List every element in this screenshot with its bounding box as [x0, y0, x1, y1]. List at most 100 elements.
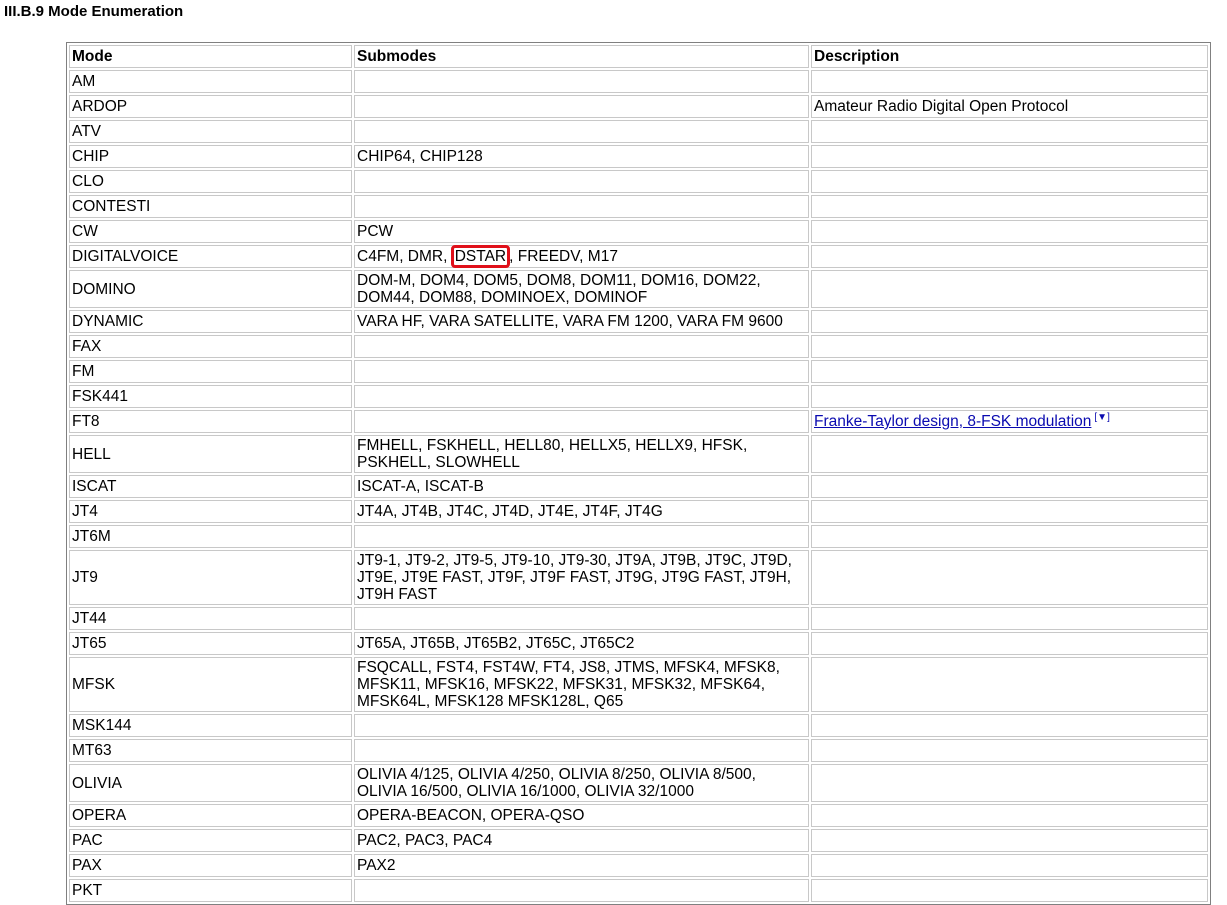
table-row: FM: [69, 360, 1208, 383]
description-cell: [811, 170, 1208, 193]
description-cell: [811, 714, 1208, 737]
submodes-cell: [354, 335, 809, 358]
submodes-cell: VARA HF, VARA SATELLITE, VARA FM 1200, V…: [354, 310, 809, 333]
mode-enumeration-table-container: Mode Submodes Description AM ARDOP Amateur…: [66, 42, 1211, 905]
description-cell: [811, 525, 1208, 548]
table-row: HELL FMHELL, FSKHELL, HELL80, HELLX5, HEL…: [69, 435, 1208, 473]
description-cell: [811, 70, 1208, 93]
submodes-cell: DOM-M, DOM4, DOM5, DOM8, DOM11, DOM16, D…: [354, 270, 809, 308]
submodes-cell: [354, 70, 809, 93]
mode-cell: FSK441: [69, 385, 352, 408]
table-row: JT9 JT9-1, JT9-2, JT9-5, JT9-10, JT9-30, …: [69, 550, 1208, 605]
description-cell: [811, 879, 1208, 902]
description-cell: [811, 310, 1208, 333]
table-row: MFSK FSQCALL, FST4, FST4W, FT4, JS8, JTMS…: [69, 657, 1208, 712]
table-row: FT8 Franke-Taylor design, 8-FSK modulatio…: [69, 410, 1208, 433]
mode-cell: FT8: [69, 410, 352, 433]
submodes-cell: [354, 739, 809, 762]
table-row: JT6M: [69, 525, 1208, 548]
submodes-text: C4FM, DMR,: [357, 248, 452, 265]
table-row: JT65 JT65A, JT65B, JT65B2, JT65C, JT65C2: [69, 632, 1208, 655]
mode-cell: AM: [69, 70, 352, 93]
description-cell: [811, 270, 1208, 308]
submodes-cell: [354, 525, 809, 548]
mode-enumeration-table: Mode Submodes Description AM ARDOP Amateur…: [67, 43, 1210, 904]
table-row: JT44: [69, 607, 1208, 630]
mode-cell: ISCAT: [69, 475, 352, 498]
mode-cell: OLIVIA: [69, 764, 352, 802]
submodes-cell: PAC2, PAC3, PAC4: [354, 829, 809, 852]
header-description: Description: [811, 45, 1208, 68]
description-cell: [811, 764, 1208, 802]
submodes-cell: [354, 195, 809, 218]
submodes-cell: [354, 607, 809, 630]
submodes-cell: [354, 385, 809, 408]
submodes-cell: FMHELL, FSKHELL, HELL80, HELLX5, HELLX9,…: [354, 435, 809, 473]
mode-cell: OPERA: [69, 804, 352, 827]
description-cell: [811, 435, 1208, 473]
mode-cell: JT9: [69, 550, 352, 605]
mode-cell: MSK144: [69, 714, 352, 737]
mode-cell: PKT: [69, 879, 352, 902]
submodes-cell: [354, 714, 809, 737]
mode-cell: PAC: [69, 829, 352, 852]
submodes-cell: FSQCALL, FST4, FST4W, FT4, JS8, JTMS, MF…: [354, 657, 809, 712]
table-row: OLIVIA OLIVIA 4/125, OLIVIA 4/250, OLIVIA…: [69, 764, 1208, 802]
footnote-marker[interactable]: [▼]: [1094, 412, 1109, 423]
description-cell: [811, 220, 1208, 243]
table-row: CONTESTI: [69, 195, 1208, 218]
table-row: ISCAT ISCAT-A, ISCAT-B: [69, 475, 1208, 498]
mode-cell: MT63: [69, 739, 352, 762]
table-row: OPERA OPERA-BEACON, OPERA-QSO: [69, 804, 1208, 827]
mode-cell: ARDOP: [69, 95, 352, 118]
submodes-cell: [354, 410, 809, 433]
submodes-cell: [354, 95, 809, 118]
table-body: AM ARDOP Amateur Radio Digital Open Protoc…: [69, 70, 1208, 902]
table-row: FAX: [69, 335, 1208, 358]
description-link[interactable]: Franke-Taylor design, 8-FSK modulation: [814, 413, 1091, 430]
mode-cell: HELL: [69, 435, 352, 473]
description-cell: [811, 145, 1208, 168]
submodes-cell: PCW: [354, 220, 809, 243]
mode-cell: CW: [69, 220, 352, 243]
description-cell: Franke-Taylor design, 8-FSK modulation [▼…: [811, 410, 1208, 433]
description-cell: [811, 739, 1208, 762]
mode-cell: JT65: [69, 632, 352, 655]
table-row: DIGITALVOICE C4FM, DMR, DSTAR, FREEDV, M1…: [69, 245, 1208, 268]
description-cell: [811, 829, 1208, 852]
header-submodes: Submodes: [354, 45, 809, 68]
description-cell: [811, 607, 1208, 630]
mode-cell: ATV: [69, 120, 352, 143]
table-row: CW PCW: [69, 220, 1208, 243]
description-cell: [811, 475, 1208, 498]
submodes-cell: JT9-1, JT9-2, JT9-5, JT9-10, JT9-30, JT9…: [354, 550, 809, 605]
mode-cell: CONTESTI: [69, 195, 352, 218]
submodes-cell: JT4A, JT4B, JT4C, JT4D, JT4E, JT4F, JT4G: [354, 500, 809, 523]
table-row: DOMINO DOM-M, DOM4, DOM5, DOM8, DOM11, DO…: [69, 270, 1208, 308]
mode-cell: MFSK: [69, 657, 352, 712]
table-row: PAC PAC2, PAC3, PAC4: [69, 829, 1208, 852]
table-row: JT4 JT4A, JT4B, JT4C, JT4D, JT4E, JT4F, J…: [69, 500, 1208, 523]
submodes-cell: [354, 170, 809, 193]
mode-cell: FAX: [69, 335, 352, 358]
mode-cell: JT44: [69, 607, 352, 630]
description-cell: [811, 195, 1208, 218]
description-cell: [811, 120, 1208, 143]
page-title: III.B.9 Mode Enumeration: [4, 3, 184, 20]
submodes-text: , FREEDV, M17: [509, 248, 618, 265]
submodes-cell: OLIVIA 4/125, OLIVIA 4/250, OLIVIA 8/250…: [354, 764, 809, 802]
table-row: FSK441: [69, 385, 1208, 408]
description-cell: [811, 804, 1208, 827]
description-cell: [811, 500, 1208, 523]
mode-cell: DIGITALVOICE: [69, 245, 352, 268]
table-row: PAX PAX2: [69, 854, 1208, 877]
description-cell: [811, 632, 1208, 655]
description-cell: [811, 245, 1208, 268]
submodes-cell: CHIP64, CHIP128: [354, 145, 809, 168]
table-row: CLO: [69, 170, 1208, 193]
submodes-cell: C4FM, DMR, DSTAR, FREEDV, M17: [354, 245, 809, 268]
description-cell: [811, 550, 1208, 605]
mode-cell: FM: [69, 360, 352, 383]
header-mode: Mode: [69, 45, 352, 68]
description-cell: [811, 854, 1208, 877]
